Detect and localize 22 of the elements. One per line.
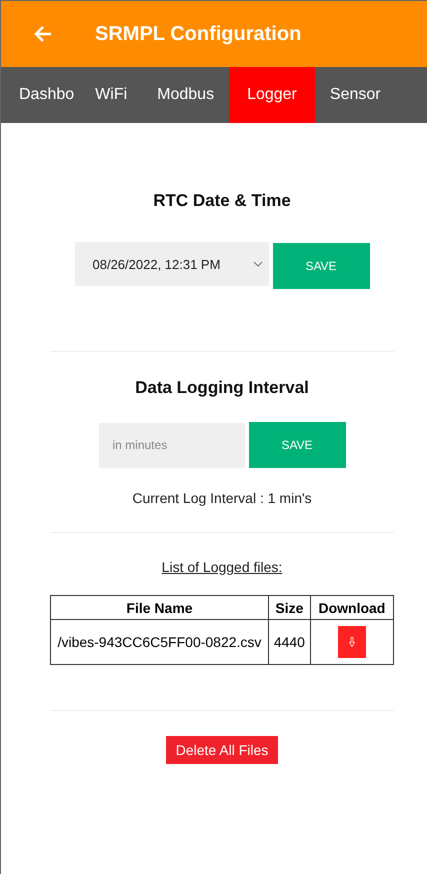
app-title: SRMPL Configuration (95, 22, 302, 46)
chevron-down-icon (252, 261, 262, 267)
down-arrow-icon (348, 637, 355, 647)
tab[interactable]: Logger (229, 67, 315, 123)
column-header: Size (268, 596, 310, 620)
tab[interactable]: Dashbo (1, 67, 80, 123)
current-interval-text: Current Log Interval : 1 min's (132, 490, 312, 506)
section-heading: Data Logging Interval (135, 378, 309, 398)
table-cell: 4440 (268, 620, 310, 664)
interval-input[interactable]: in minutes (98, 422, 244, 468)
delete-all-button[interactable]: Delete All Files (166, 736, 278, 764)
files-heading: List of Logged files: (162, 559, 282, 575)
column-header: File Name (50, 596, 268, 620)
tab[interactable]: WiFi (80, 67, 142, 123)
download-button[interactable] (338, 626, 366, 658)
tab[interactable]: Sensor (314, 67, 396, 123)
tab[interactable]: Modbus (142, 67, 230, 123)
back-arrow-icon[interactable] (33, 24, 53, 44)
section-heading: RTC Date & Time (153, 191, 291, 211)
column-header: Download (310, 596, 394, 620)
datetime-picker[interactable]: 08/26/2022, 12:31 PM (74, 242, 268, 286)
table-cell: /vibes-943CC6C5FF00-0822.csv (50, 620, 268, 664)
